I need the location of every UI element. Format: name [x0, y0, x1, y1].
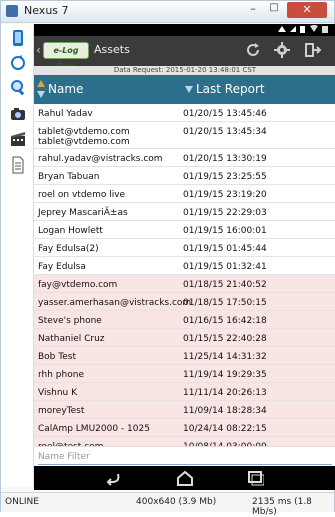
android-navbar	[34, 466, 335, 490]
last-report-time: 01/19/15 16:00:01	[183, 226, 267, 236]
last-report-time: 01/20/15 13:45:34	[183, 127, 267, 137]
name-filter-input[interactable]	[38, 449, 332, 465]
list-item[interactable]: yasser.amerhasan@vistracks.com 01/18/15 1…	[34, 293, 335, 311]
close-button[interactable]: ✕	[287, 2, 327, 18]
video-icon[interactable]	[10, 130, 26, 148]
last-report-time: 01/19/15 01:32:41	[183, 262, 267, 272]
list-item[interactable]: roel on vtdemo live 01/19/15 23:19:20	[34, 185, 335, 203]
last-report-time: 11/09/14 18:28:34	[183, 406, 267, 416]
list-item[interactable]: Bryan Tabuan 01/19/15 23:25:55	[34, 167, 335, 185]
maximize-button[interactable]: □	[265, 2, 283, 17]
asset-name: Nathaniel Cruz	[38, 334, 105, 344]
status-indicators-icon	[278, 25, 328, 33]
home-icon[interactable]	[176, 470, 194, 486]
asset-name: rhh phone	[38, 370, 84, 380]
asset-name: Fay Edulsa(2)	[38, 244, 99, 254]
zoom-icon[interactable]	[10, 79, 26, 97]
asset-name: CalAmp LMU2000 - 1025	[38, 424, 150, 434]
asset-name: roel on vtdemo live	[38, 190, 126, 200]
last-report-time: 11/11/14 20:26:13	[183, 388, 267, 398]
app-logo: e-Log Plus	[43, 42, 89, 71]
last-report-time: 01/20/15 13:45:46	[183, 109, 267, 119]
last-report-time: 01/19/15 01:45:44	[183, 244, 267, 254]
list-item[interactable]: fay@vtdemo.com 01/18/15 21:40:52	[34, 275, 335, 293]
device-icon[interactable]	[10, 29, 26, 47]
asset-name: Fay Edulsa	[38, 262, 86, 272]
filter-bar	[34, 446, 335, 466]
rotate-icon[interactable]	[10, 54, 26, 72]
page-title: Assets	[94, 43, 130, 56]
asset-name: moreyTest	[38, 406, 85, 416]
connection-status: ONLINE	[5, 497, 39, 507]
last-report-time: 01/18/15 17:50:15	[183, 298, 267, 308]
list-item[interactable]: rhh phone 11/19/14 19:29:35	[34, 365, 335, 383]
column-header-last-report[interactable]: Last Report	[196, 82, 265, 96]
sort-down-icon[interactable]	[184, 84, 194, 94]
emulator-window: Nexus 7 – □ ✕ ‹ e-Log Assets Data Reques…	[0, 0, 335, 517]
last-report-time: 01/18/15 21:40:52	[183, 280, 267, 290]
list-item[interactable]: tablet@vtdemo.com tablet@vtdemo.com 01/20…	[34, 122, 335, 149]
exit-icon[interactable]	[305, 42, 321, 58]
list-item[interactable]: Bob Test 11/25/14 14:31:32	[34, 347, 335, 365]
camera-icon[interactable]	[10, 105, 26, 123]
last-report-time: 11/25/14 14:31:32	[183, 352, 267, 362]
emulator-statusbar: ONLINE 400x640 (3.9 Mb) 2135 ms (1.8 Mb/…	[1, 492, 334, 517]
last-report-time: 10/24/14 08:22:15	[183, 424, 267, 434]
asset-name: Logan Howlett	[38, 226, 103, 236]
list-item[interactable]: Fay Edulsa(2) 01/19/15 01:45:44	[34, 239, 335, 257]
asset-name: Jeprey MascariÃ±as	[38, 208, 128, 218]
minimize-button[interactable]: –	[244, 2, 262, 17]
list-item[interactable]: Jeprey MascariÃ±as 01/19/15 22:29:03	[34, 203, 335, 221]
screen-size: 400x640 (3.9 Mb)	[136, 497, 217, 507]
last-report-time: 01/19/15 23:25:55	[183, 172, 267, 182]
asset-name: yasser.amerhasan@vistracks.com	[38, 298, 192, 308]
document-icon[interactable]	[10, 156, 26, 174]
refresh-icon[interactable]	[245, 42, 261, 58]
transfer-speed: 2135 ms (1.8 Mb/s)	[252, 497, 312, 517]
list-item[interactable]: Nathaniel Cruz 01/15/15 22:40:28	[34, 329, 335, 347]
asset-name: Bob Test	[38, 352, 76, 362]
list-item[interactable]: Logan Howlett 01/19/15 16:00:01	[34, 221, 335, 239]
asset-name: Vishnu K	[38, 388, 78, 398]
android-statusbar	[34, 24, 335, 36]
emulator-toolbar	[1, 24, 34, 487]
list-item[interactable]: CalAmp LMU2000 - 1025 10/24/14 08:22:15	[34, 419, 335, 437]
asset-name: Bryan Tabuan	[38, 172, 100, 182]
back-icon[interactable]	[104, 470, 122, 486]
data-request-info: Data Request: 2015-01-20 13:48:01 CST	[34, 66, 335, 75]
gear-icon[interactable]	[274, 42, 290, 58]
asset-name: Rahul Yadav	[38, 109, 93, 119]
asset-name: rahul.yadav@vistracks.com	[38, 154, 163, 164]
recent-apps-icon[interactable]	[246, 470, 264, 486]
asset-name: tablet@vtdemo.com tablet@vtdemo.com	[38, 127, 130, 147]
list-item[interactable]: moreyTest 11/09/14 18:28:34	[34, 401, 335, 419]
list-item[interactable]: Fay Edulsa 01/19/15 01:32:41	[34, 257, 335, 275]
asset-name: fay@vtdemo.com	[38, 280, 118, 290]
window-title: Nexus 7	[24, 4, 69, 17]
list-item[interactable]: Vishnu K 11/11/14 20:26:13	[34, 383, 335, 401]
last-report-time: 01/19/15 22:29:03	[183, 208, 267, 218]
list-item[interactable]: Steve's phone 01/16/15 16:42:18	[34, 311, 335, 329]
last-report-time: 01/19/15 23:19:20	[183, 190, 267, 200]
back-chevron-icon[interactable]: ‹	[36, 43, 41, 57]
window-icon	[6, 5, 18, 17]
asset-list[interactable]: Rahul Yadav 01/20/15 13:45:46 tablet@vtdem…	[34, 104, 335, 466]
last-report-time: 11/19/14 19:29:35	[183, 370, 267, 380]
last-report-time: 01/16/15 16:42:18	[183, 316, 267, 326]
list-header: Name Last Report	[34, 75, 335, 104]
asset-name: Steve's phone	[38, 316, 102, 326]
app-actionbar: ‹ e-Log Plus Assets	[34, 36, 335, 71]
sort-arrows-icon[interactable]	[36, 79, 46, 99]
device-screen: ‹ e-Log Plus Assets Data Request: 2015-0…	[34, 24, 335, 490]
window-titlebar: Nexus 7 – □ ✕	[1, 1, 334, 23]
last-report-time: 01/20/15 13:30:19	[183, 154, 267, 164]
last-report-time: 01/15/15 22:40:28	[183, 334, 267, 344]
list-item[interactable]: rahul.yadav@vistracks.com 01/20/15 13:30:…	[34, 149, 335, 167]
list-item[interactable]: Rahul Yadav 01/20/15 13:45:46	[34, 104, 335, 122]
column-header-name[interactable]: Name	[48, 82, 83, 96]
